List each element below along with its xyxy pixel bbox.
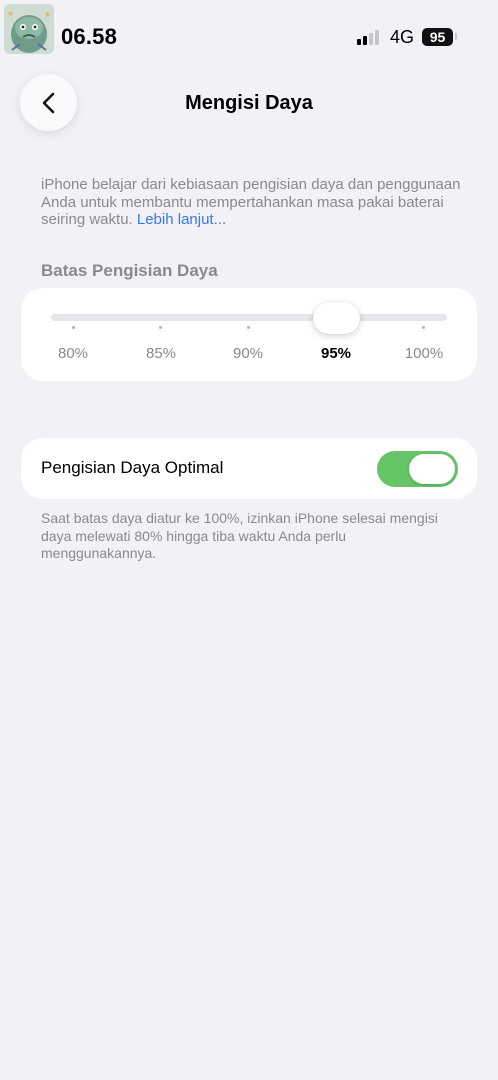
charge-limit-header: Batas Pengisian Daya: [41, 261, 218, 280]
tick-dot-80: [72, 326, 75, 329]
charge-limit-slider-card: 80% 85% 90% 95% 100%: [21, 288, 477, 381]
battery-icon: 95: [422, 28, 453, 46]
battery-tip: [455, 33, 457, 40]
tick-label-80[interactable]: 80%: [43, 345, 103, 362]
charging-settings-screen: ★ ★ 06.58 4G 95 Mengisi Daya iPhone bela…: [0, 0, 498, 1080]
charge-limit-slider-track[interactable]: [51, 314, 447, 321]
svg-text:★: ★: [7, 9, 14, 18]
tick-dot-90: [247, 326, 250, 329]
svg-text:★: ★: [44, 10, 51, 19]
tick-label-85[interactable]: 85%: [131, 345, 191, 362]
optimized-charging-label: Pengisian Daya Optimal: [41, 458, 224, 477]
optimized-charging-toggle[interactable]: [377, 451, 458, 487]
tick-dot-100: [422, 326, 425, 329]
network-type: 4G: [390, 27, 415, 47]
tick-label-100[interactable]: 100%: [394, 345, 454, 362]
optimized-charging-row: Pengisian Daya Optimal: [21, 438, 477, 499]
learn-more-link[interactable]: Lebih lanjut...: [137, 211, 226, 228]
charge-limit-slider-thumb[interactable]: [313, 302, 360, 334]
avatar: ★ ★: [4, 4, 54, 54]
charging-description: iPhone belajar dari kebiasaan pengisian …: [41, 176, 461, 229]
status-time: 06.58: [61, 24, 118, 49]
cellular-signal-icon: [357, 29, 383, 45]
status-bar: ★ ★ 06.58 4G 95: [0, 0, 498, 70]
description-text: iPhone belajar dari kebiasaan pengisian …: [41, 176, 461, 228]
page-title: Mengisi Daya: [185, 92, 313, 114]
toggle-knob: [409, 454, 455, 484]
tick-dot-85: [159, 326, 162, 329]
optimized-charging-footnote: Saat batas daya diatur ke 100%, izinkan …: [41, 510, 438, 561]
tick-label-90[interactable]: 90%: [218, 345, 278, 362]
tick-label-95[interactable]: 95%: [306, 345, 366, 362]
